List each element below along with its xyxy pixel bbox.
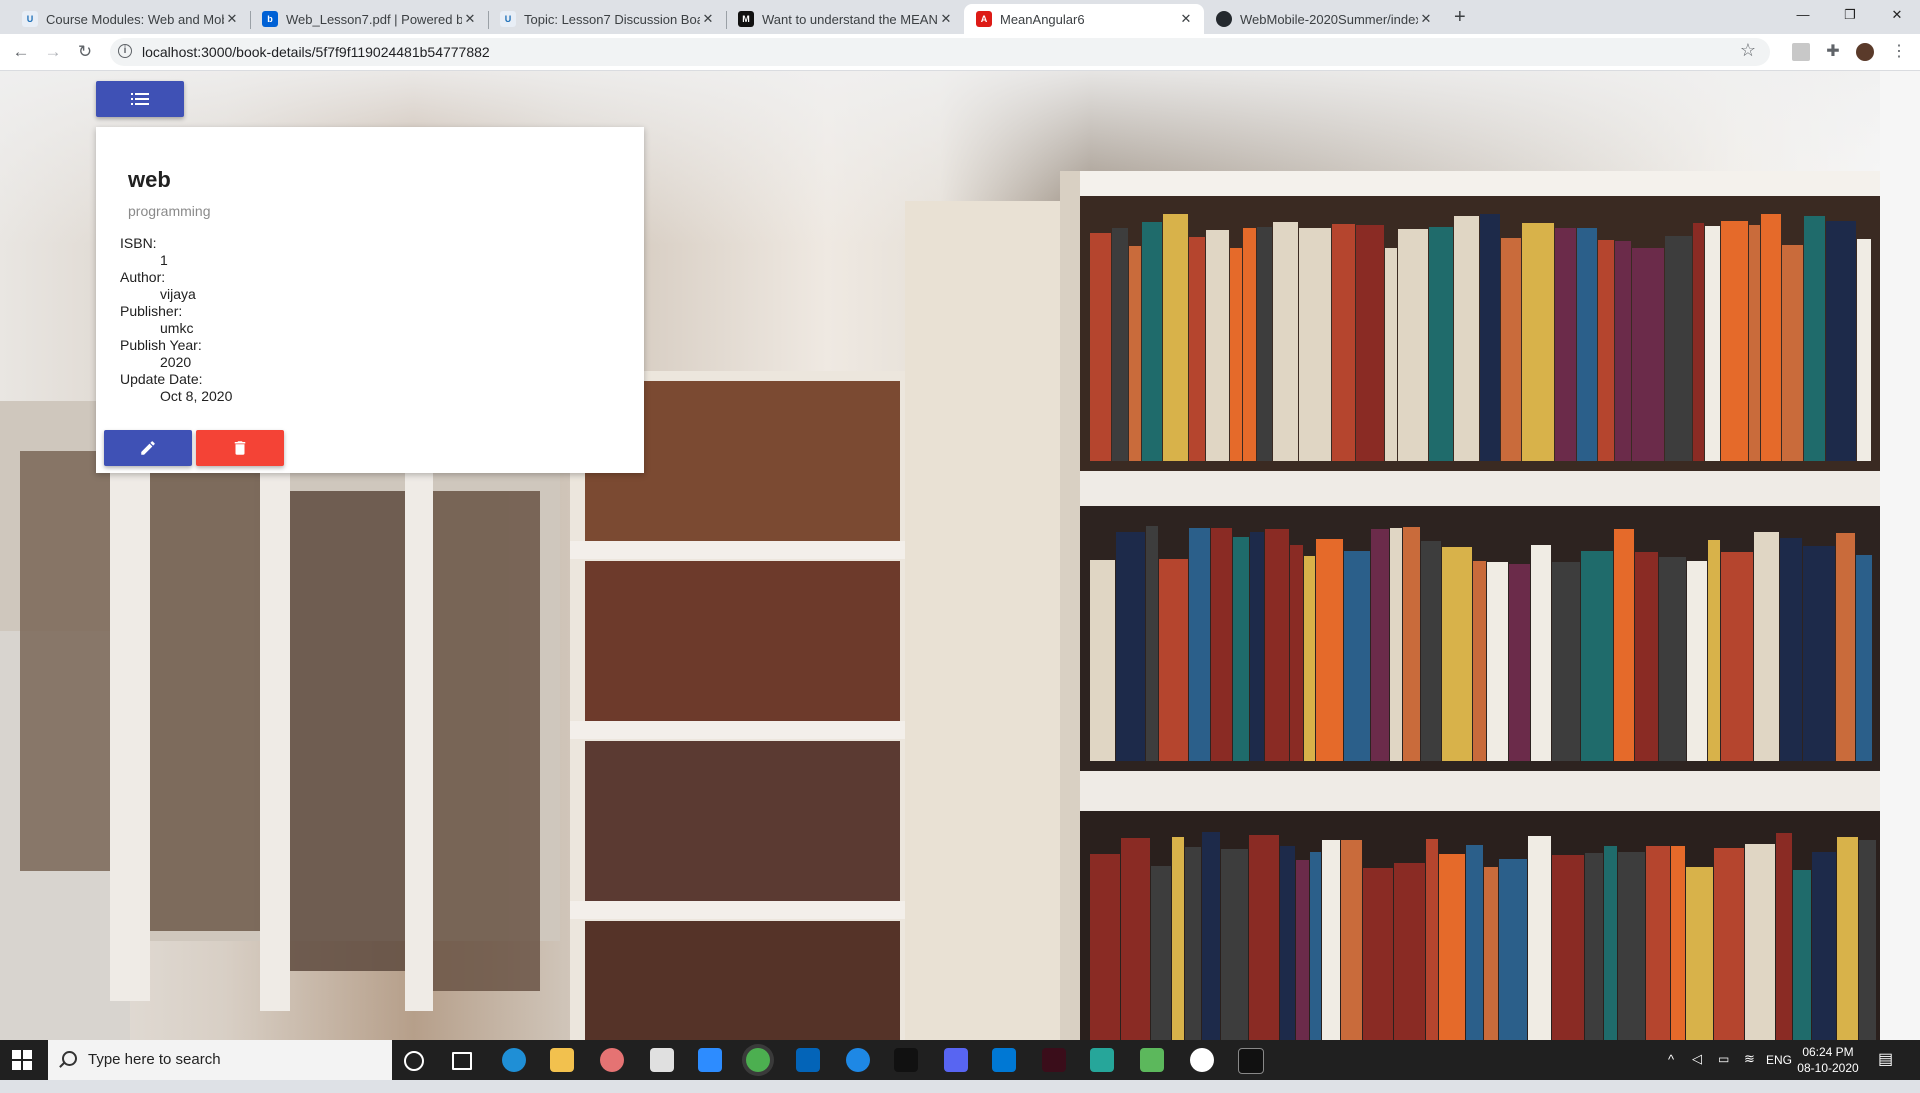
clock-date: 08-10-2020: [1797, 1061, 1859, 1075]
browser-tab-strip: U Course Modules: Web and Mobil ✕ b Web_…: [0, 0, 1920, 34]
tab-meanangular6[interactable]: A MeanAngular6 ✕: [964, 4, 1204, 34]
field-label: Update Date:: [120, 371, 203, 387]
pencil-icon: [141, 441, 155, 455]
back-button[interactable]: ←: [10, 41, 32, 63]
search-icon: [62, 1051, 77, 1066]
language-indicator[interactable]: ENG: [1766, 1053, 1792, 1093]
outlook-icon[interactable]: [796, 1048, 820, 1072]
field-label: ISBN:: [120, 235, 157, 251]
umkc-icon: U: [22, 11, 38, 27]
trash-icon: [234, 441, 246, 455]
umkc-icon: U: [500, 11, 516, 27]
taskbar-clock[interactable]: 06:24 PM 08-10-2020: [1790, 1044, 1866, 1076]
battery-icon[interactable]: ▭: [1718, 1052, 1729, 1092]
volume-icon[interactable]: ◁: [1692, 1051, 1702, 1091]
tab-course-modules[interactable]: U Course Modules: Web and Mobil ✕: [10, 4, 250, 34]
game-icon[interactable]: [1090, 1048, 1114, 1072]
book-title: web: [128, 167, 171, 192]
browser-menu-icon[interactable]: ⋮: [1890, 43, 1908, 61]
tab-github-webmobile[interactable]: WebMobile-2020Summer/index. ✕: [1204, 4, 1444, 34]
mail-icon[interactable]: [992, 1048, 1016, 1072]
new-tab-button[interactable]: +: [1454, 6, 1466, 29]
discord-icon[interactable]: [944, 1048, 968, 1072]
delete-button[interactable]: [196, 430, 284, 466]
profile-avatar[interactable]: [1856, 43, 1874, 61]
list-icon: [131, 93, 149, 105]
terminal-icon[interactable]: [1238, 1048, 1264, 1074]
browser-toolbar: ← → ↻ i localhost:3000/book-details/5f7f…: [0, 34, 1920, 71]
wifi-icon[interactable]: ≋: [1744, 1051, 1755, 1091]
webstorm-icon[interactable]: [1140, 1048, 1164, 1072]
zoom-icon[interactable]: [698, 1048, 722, 1072]
url-text[interactable]: localhost:3000/book-details/5f7f9f119024…: [142, 44, 490, 60]
maximize-button[interactable]: ❐: [1827, 0, 1873, 30]
box-icon: b: [262, 11, 278, 27]
field-label: Publisher:: [120, 303, 183, 319]
extensions-puzzle-icon[interactable]: ✚: [1824, 43, 1842, 61]
field-value: 2020: [160, 354, 192, 370]
field-value: 1: [160, 252, 168, 268]
reload-button[interactable]: ↻: [74, 41, 96, 63]
close-tab-icon[interactable]: ✕: [462, 11, 478, 27]
page-scrollbar[interactable]: [1880, 71, 1920, 1040]
field-value: Oct 8, 2020: [160, 388, 233, 404]
windows-taskbar: Type here to search ^ ◁ ▭ ≋ ENG 06:24 PM…: [0, 1040, 1920, 1080]
book-details-card: web programming ISBN: 1 Author: vijaya P…: [96, 127, 644, 473]
tab-web-lesson7-pdf[interactable]: b Web_Lesson7.pdf | Powered by B ✕: [250, 4, 488, 34]
close-window-button[interactable]: ✕: [1874, 0, 1920, 30]
mongodb-compass-icon[interactable]: [1190, 1048, 1214, 1072]
close-tab-icon[interactable]: ✕: [224, 11, 240, 27]
windows-start-button[interactable]: [12, 1050, 32, 1070]
tray-chevron-icon[interactable]: ^: [1668, 1052, 1674, 1092]
extension-icon[interactable]: [1792, 43, 1810, 61]
tab-mean-stack[interactable]: M Want to understand the MEAN S ✕: [726, 4, 964, 34]
close-tab-icon[interactable]: ✕: [938, 11, 954, 27]
notifications-icon[interactable]: ▤: [1878, 1049, 1893, 1089]
medium-icon: M: [738, 11, 754, 27]
field-label: Author:: [120, 269, 166, 285]
address-bar[interactable]: i localhost:3000/book-details/5f7f9f1190…: [110, 38, 1770, 66]
skype-icon[interactable]: [846, 1048, 870, 1072]
vitalsource-icon[interactable]: [1042, 1048, 1066, 1072]
clock-time: 06:24 PM: [1802, 1045, 1854, 1059]
tab-discussion-board[interactable]: U Topic: Lesson7 Discussion Board ✕: [488, 4, 726, 34]
chrome-icon[interactable]: [746, 1048, 770, 1072]
file-explorer-icon[interactable]: [550, 1048, 574, 1072]
book-subtitle: programming: [128, 203, 211, 219]
minimize-button[interactable]: —: [1780, 0, 1826, 30]
cortana-icon[interactable]: [404, 1051, 424, 1071]
info-icon[interactable]: i: [118, 44, 132, 58]
github-icon: [1216, 11, 1232, 27]
field-value: vijaya: [160, 286, 196, 302]
close-tab-icon[interactable]: ✕: [1418, 11, 1434, 27]
edge-icon[interactable]: [502, 1048, 526, 1072]
forward-button[interactable]: →: [42, 41, 64, 63]
task-view-icon[interactable]: [452, 1052, 472, 1070]
angular-icon: A: [976, 11, 992, 27]
edit-button[interactable]: [104, 430, 192, 466]
mathworks-icon[interactable]: [894, 1048, 918, 1072]
close-tab-icon[interactable]: ✕: [1178, 11, 1194, 27]
close-tab-icon[interactable]: ✕: [700, 11, 716, 27]
menu-button[interactable]: [96, 81, 184, 117]
paint-icon[interactable]: [600, 1048, 624, 1072]
book-field-list: ISBN: 1 Author: vijaya Publisher: umkc P…: [120, 235, 232, 405]
field-label: Publish Year:: [120, 337, 202, 353]
taskbar-search-box[interactable]: Type here to search: [48, 1040, 392, 1080]
bookmark-star-icon[interactable]: ☆: [1740, 40, 1756, 61]
store-icon[interactable]: [650, 1048, 674, 1072]
field-value: umkc: [160, 320, 194, 336]
